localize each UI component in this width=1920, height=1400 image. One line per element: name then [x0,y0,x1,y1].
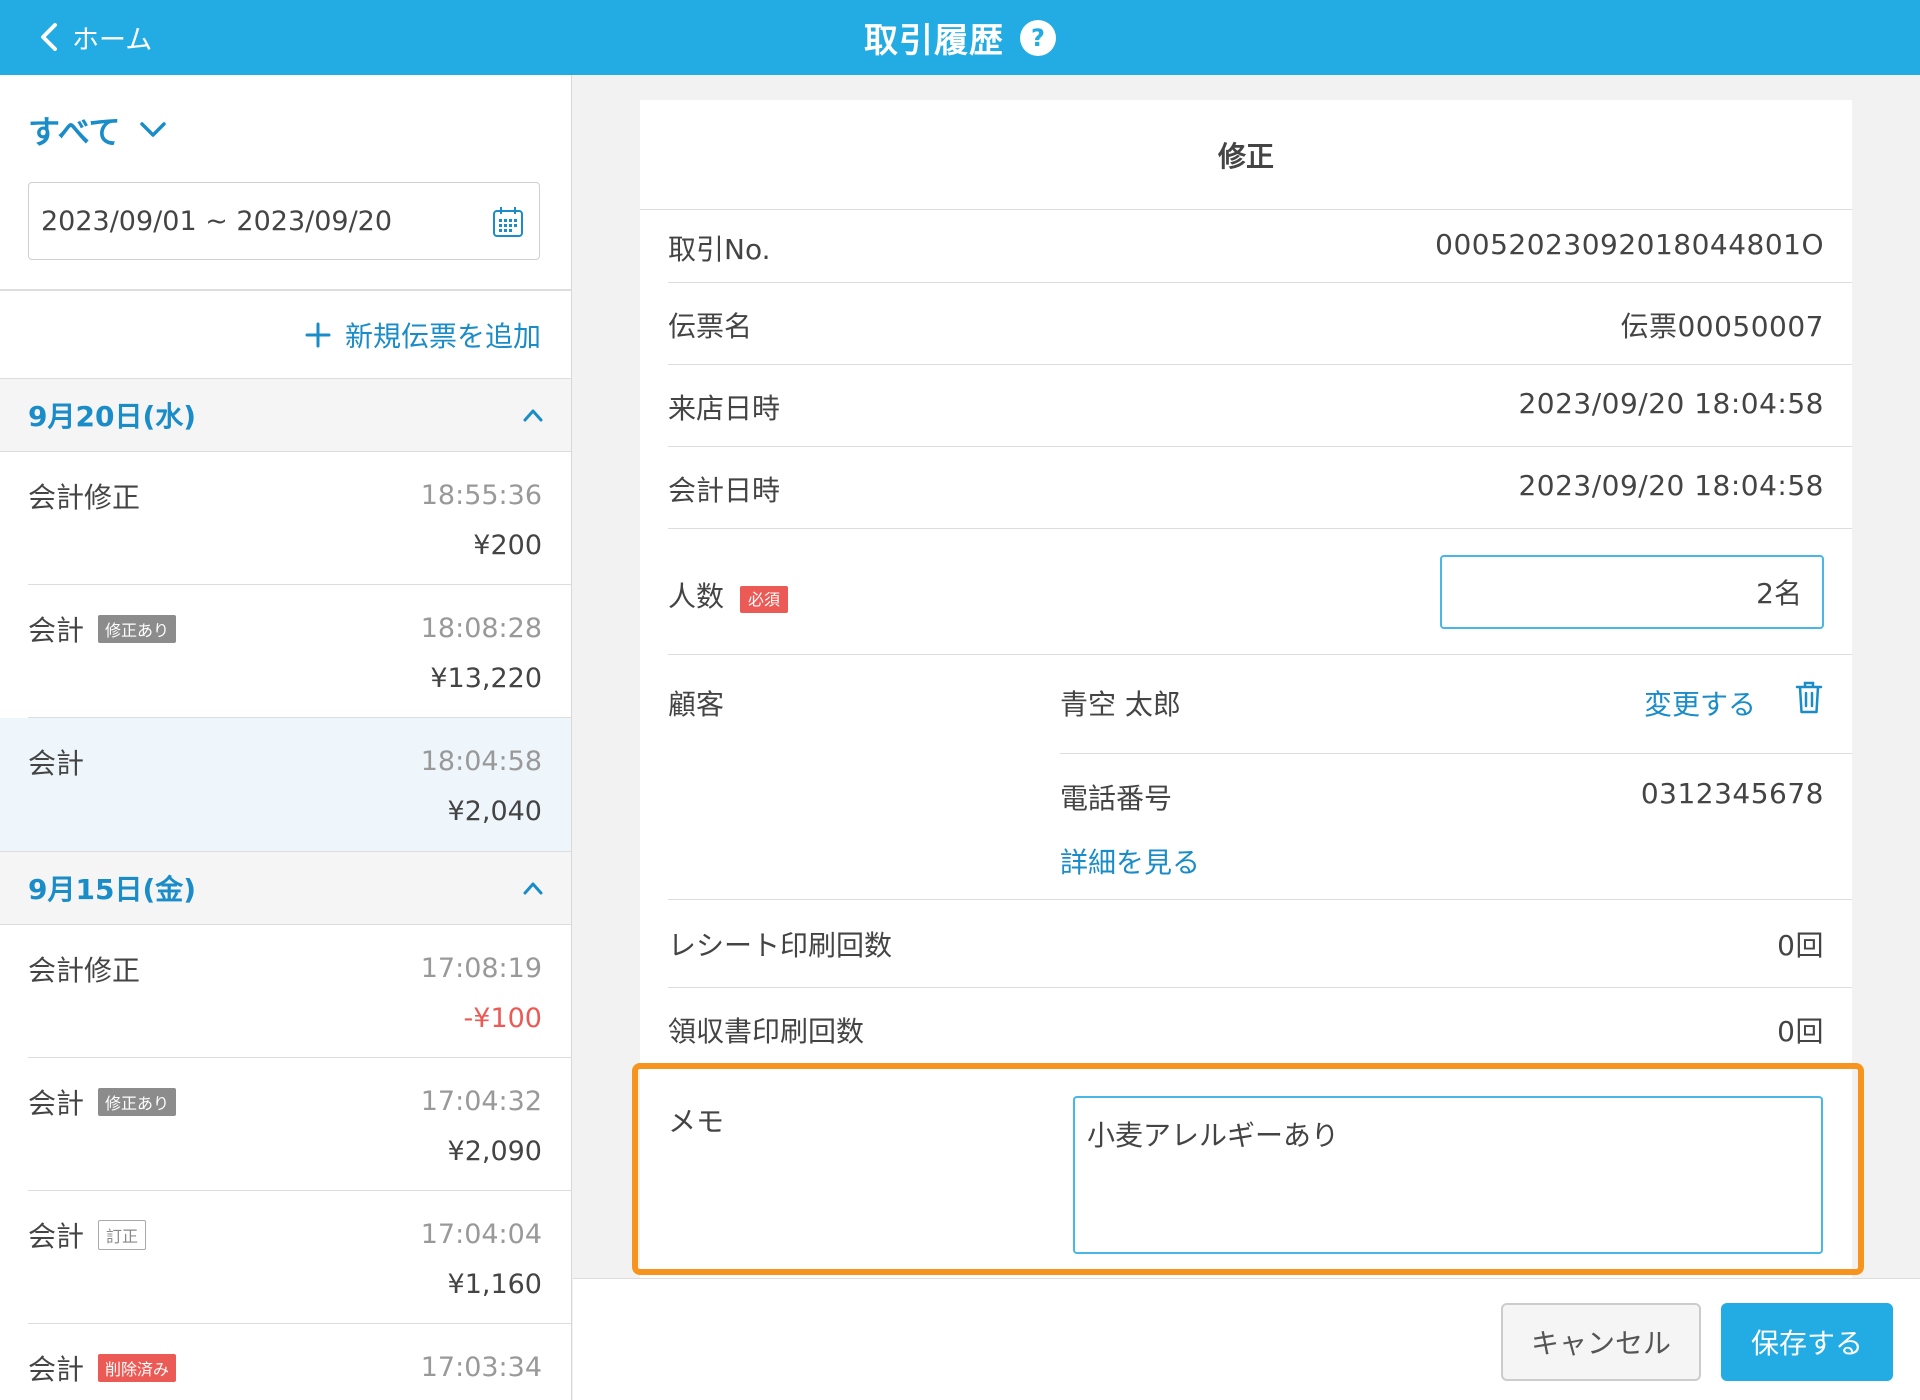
transaction-amount: ¥2,040 [447,796,542,827]
transaction-time: 17:04:32 [420,1086,542,1117]
transaction-time: 17:03:34 [420,1352,542,1383]
row-slip-name: 伝票名 伝票00050007 [668,283,1852,365]
people-count-input[interactable] [1440,555,1824,629]
transaction-item[interactable]: 会計 修正あり 17:04:32 ¥2,090 [0,1058,571,1191]
transaction-amount: ¥200 [473,530,542,561]
title-wrap: 取引履歴 ? [0,0,1920,75]
change-customer-link[interactable]: 変更する [1644,683,1756,723]
transaction-type: 会計修正 [28,949,140,989]
invoice-print-value: 0回 [1777,1015,1824,1048]
day-header[interactable]: 9月20日(水) [0,378,571,452]
transaction-type-label: 会計 [28,1087,85,1120]
transaction-type-label: 会計 [28,614,85,647]
checkout-datetime-label: 会計日時 [668,474,781,507]
transaction-type: 会計 削除済み [28,1348,177,1388]
transaction-type: 会計 訂正 [28,1215,147,1255]
row-customer: 顧客 青空 太郎 変更する 電話番号 0312345678 詳細を見る [668,655,1852,900]
add-slip-button[interactable]: 新規伝票を追加 [305,315,541,355]
help-icon[interactable]: ? [1020,19,1056,56]
transaction-no-label: 取引No. [668,233,771,266]
status-badge: 修正あり [98,615,177,643]
transaction-sidebar: すべて 2023/09/01 ~ 2023/09/20 新規伝票を追加 9月20… [0,75,572,1400]
transaction-item[interactable]: 会計修正 18:55:36 ¥200 [0,452,571,585]
date-range-text: 2023/09/01 ~ 2023/09/20 [41,205,393,237]
status-badge: 削除済み [98,1354,177,1382]
memo-label: メモ [668,1105,725,1138]
transaction-item[interactable]: 会計 削除済み 17:03:34 [0,1324,571,1400]
transaction-amount: ¥1,160 [447,1269,542,1300]
memo-textarea[interactable]: 小麦アレルギーあり [1073,1096,1823,1254]
transaction-time: 17:08:19 [420,953,542,984]
row-people: 人数 必須 [668,529,1852,655]
receipt-print-label: レシート印刷回数 [668,929,893,962]
plus-icon [305,322,331,348]
slip-name-value: 伝票00050007 [1620,310,1824,343]
row-transaction-no: 取引No. 00052023092018044801O [668,210,1852,283]
receipt-print-value: 0回 [1777,929,1824,962]
transaction-type-label: 会計修正 [28,954,141,987]
transaction-time: 17:04:04 [420,1219,542,1250]
transaction-time: 18:08:28 [420,613,542,644]
divider [0,289,571,291]
transaction-item[interactable]: 会計 訂正 17:04:04 ¥1,160 [0,1191,571,1324]
chevron-up-icon [523,409,543,422]
action-footer: キャンセル 保存する [573,1278,1920,1400]
visit-datetime-label: 来店日時 [668,392,781,425]
transaction-item[interactable]: 会計 修正あり 18:08:28 ¥13,220 [0,585,571,718]
app-header: ホーム 取引履歴 ? [0,0,1920,75]
transaction-type: 会計修正 [28,476,140,516]
filter-dropdown[interactable]: すべて [28,107,168,153]
transaction-type-label: 会計修正 [28,481,141,514]
trash-icon[interactable] [1794,679,1824,715]
slip-name-label: 伝票名 [668,310,753,343]
phone-label: 電話番号 [1060,782,1173,815]
day-header-label: 9月15日(金) [28,873,197,906]
transaction-type: 会計 [28,742,84,782]
row-receipt-print-count: レシート印刷回数 0回 [668,900,1852,988]
transaction-item[interactable]: 会計修正 17:08:19 -¥100 [0,925,571,1058]
calendar-icon[interactable] [491,205,525,239]
divider [1060,753,1852,754]
status-badge: 訂正 [98,1220,147,1250]
customer-detail-link[interactable]: 詳細を見る [1060,841,1200,881]
chevron-down-icon [140,122,167,137]
transaction-time: 18:04:58 [420,746,542,777]
page-title: 取引履歴 [864,21,1004,61]
transaction-item-selected[interactable]: 会計 18:04:58 ¥2,040 [0,718,571,851]
day-header-label: 9月20日(水) [28,400,197,433]
customer-label: 顧客 [668,688,725,721]
customer-name: 青空 太郎 [1060,688,1181,721]
transaction-type-label: 会計 [28,1220,85,1253]
row-visit-datetime: 来店日時 2023/09/20 18:04:58 [668,365,1852,447]
filter-label: すべて [28,113,121,151]
transaction-type: 会計 修正あり [28,609,177,649]
cancel-button[interactable]: キャンセル [1501,1303,1701,1381]
transaction-amount: ¥13,220 [430,663,542,694]
row-invoice-print-count: 領収書印刷回数 0回 [668,988,1852,1060]
phone-value: 0312345678 [1640,777,1824,810]
checkout-datetime-value: 2023/09/20 18:04:58 [1518,469,1824,502]
people-label-wrap: 人数 必須 [668,575,789,615]
transaction-no-value: 00052023092018044801O [1435,228,1824,261]
transaction-amount: -¥100 [463,1003,542,1034]
transaction-type: 会計 修正あり [28,1082,177,1122]
people-label: 人数 [668,580,725,613]
day-header[interactable]: 9月15日(金) [0,851,571,925]
chevron-up-icon [523,882,543,895]
row-checkout-datetime: 会計日時 2023/09/20 18:04:58 [668,447,1852,529]
invoice-print-label: 領収書印刷回数 [668,1015,865,1048]
visit-datetime-value: 2023/09/20 18:04:58 [1518,387,1824,420]
transaction-type-label: 会計 [28,747,85,780]
add-slip-label: 新規伝票を追加 [344,320,541,353]
transaction-time: 18:55:36 [420,480,542,511]
transaction-type-label: 会計 [28,1353,85,1386]
save-button[interactable]: 保存する [1721,1303,1893,1381]
status-badge: 修正あり [98,1088,177,1116]
date-range-picker[interactable]: 2023/09/01 ~ 2023/09/20 [28,182,540,260]
panel-title: 修正 [640,100,1852,210]
transaction-amount: ¥2,090 [447,1136,542,1167]
required-badge: 必須 [740,586,789,613]
